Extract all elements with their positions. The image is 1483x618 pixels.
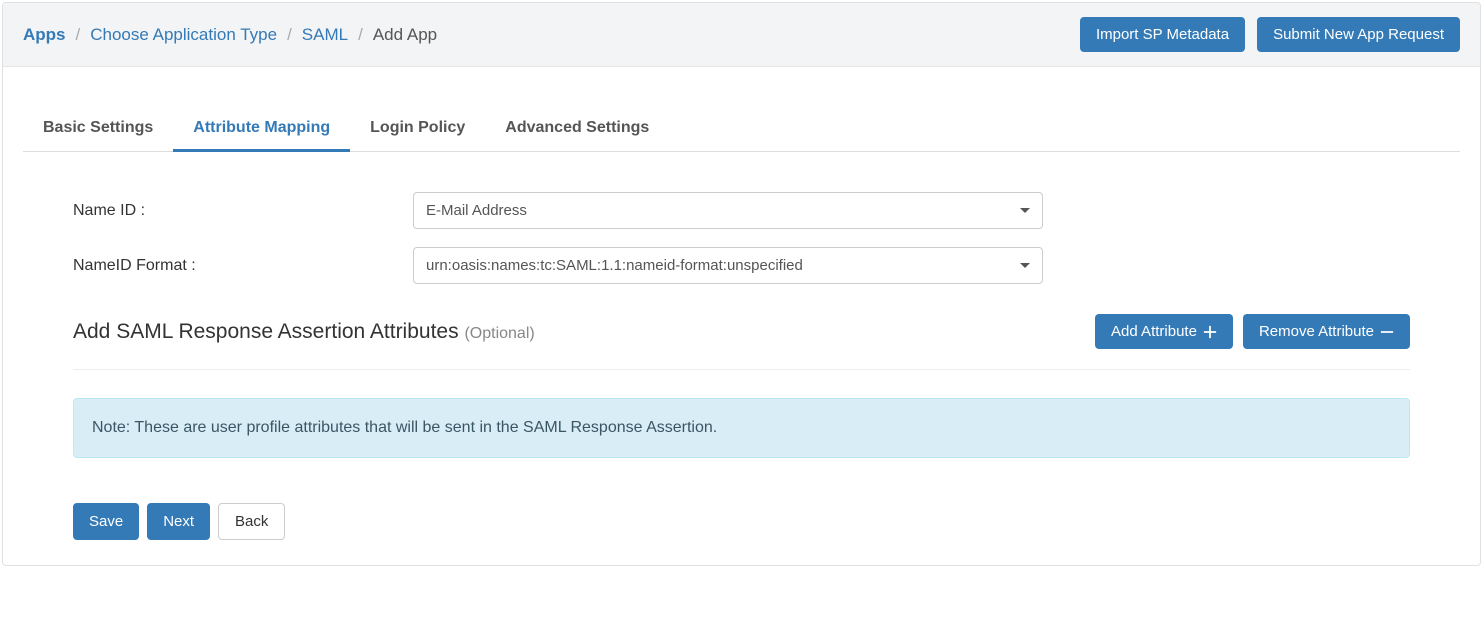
breadcrumb-sep: / <box>287 25 292 45</box>
tab-bar: Basic Settings Attribute Mapping Login P… <box>23 107 1460 152</box>
note-box: Note: These are user profile attributes … <box>73 398 1410 458</box>
breadcrumb-sep: / <box>76 25 81 45</box>
tab-basic-settings[interactable]: Basic Settings <box>23 107 173 152</box>
back-button[interactable]: Back <box>218 503 285 540</box>
save-button[interactable]: Save <box>73 503 139 540</box>
import-sp-metadata-button[interactable]: Import SP Metadata <box>1080 17 1245 52</box>
page-container: Apps / Choose Application Type / SAML / … <box>2 2 1481 566</box>
section-title: Add SAML Response Assertion Attributes (… <box>73 320 535 344</box>
section-actions: Add Attribute Remove Attribute <box>1095 314 1410 349</box>
next-button[interactable]: Next <box>147 503 210 540</box>
remove-attribute-label: Remove Attribute <box>1259 323 1374 340</box>
name-id-label: Name ID : <box>73 202 413 220</box>
header-bar: Apps / Choose Application Type / SAML / … <box>3 3 1480 67</box>
nameid-format-select[interactable]: urn:oasis:names:tc:SAML:1.1:nameid-forma… <box>413 247 1043 284</box>
breadcrumb-sep: / <box>358 25 363 45</box>
footer-actions: Save Next Back <box>23 503 1460 545</box>
tab-attribute-mapping[interactable]: Attribute Mapping <box>173 107 350 152</box>
section-optional: (Optional) <box>464 325 534 342</box>
section-title-text: Add SAML Response Assertion Attributes <box>73 320 459 343</box>
nameid-format-row: NameID Format : urn:oasis:names:tc:SAML:… <box>73 247 1410 284</box>
add-attribute-label: Add Attribute <box>1111 323 1197 340</box>
plus-icon <box>1203 325 1217 339</box>
submit-new-app-request-button[interactable]: Submit New App Request <box>1257 17 1460 52</box>
name-id-row: Name ID : E-Mail Address <box>73 192 1410 229</box>
breadcrumb-choose-type[interactable]: Choose Application Type <box>90 25 277 45</box>
tab-advanced-settings[interactable]: Advanced Settings <box>485 107 669 152</box>
remove-attribute-button[interactable]: Remove Attribute <box>1243 314 1410 349</box>
form-area: Name ID : E-Mail Address NameID Format :… <box>23 152 1460 458</box>
breadcrumb-current: Add App <box>373 25 437 45</box>
header-actions: Import SP Metadata Submit New App Reques… <box>1080 17 1460 52</box>
breadcrumb-apps[interactable]: Apps <box>23 25 66 45</box>
breadcrumb-saml[interactable]: SAML <box>302 25 348 45</box>
nameid-format-label: NameID Format : <box>73 257 413 275</box>
add-attribute-button[interactable]: Add Attribute <box>1095 314 1233 349</box>
breadcrumb: Apps / Choose Application Type / SAML / … <box>23 25 437 45</box>
name-id-select[interactable]: E-Mail Address <box>413 192 1043 229</box>
assertion-attributes-section: Add SAML Response Assertion Attributes (… <box>73 314 1410 370</box>
minus-icon <box>1380 325 1394 339</box>
content-area: Basic Settings Attribute Mapping Login P… <box>3 107 1480 565</box>
tab-login-policy[interactable]: Login Policy <box>350 107 485 152</box>
